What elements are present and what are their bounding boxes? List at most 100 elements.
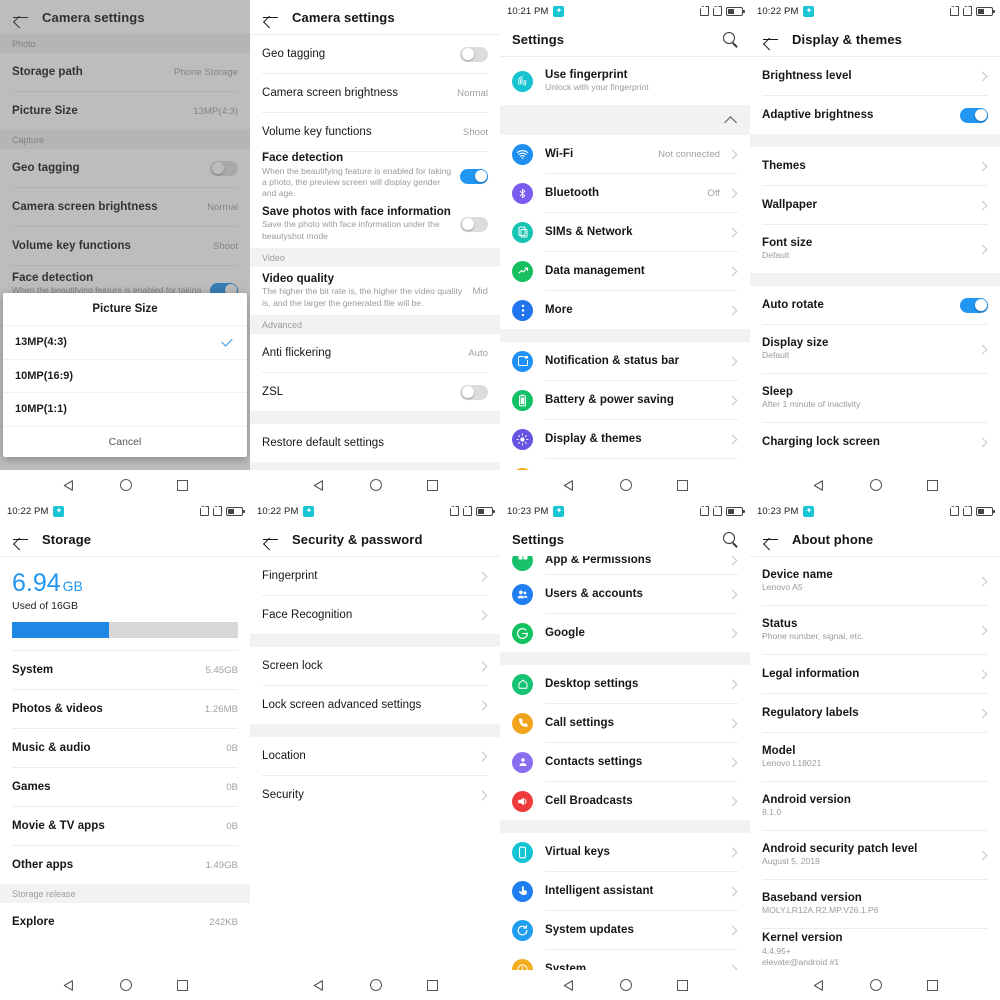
row-users-accounts[interactable]: Users & accounts — [500, 575, 750, 613]
nav-home-circle-icon[interactable] — [619, 479, 632, 491]
row-intelligent-assistant[interactable]: Intelligent assistant — [500, 872, 750, 910]
nav-recents-square-icon[interactable] — [176, 479, 188, 491]
row-cell-broadcasts[interactable]: Cell Broadcasts — [500, 782, 750, 820]
nav-home-circle-icon[interactable] — [869, 479, 882, 491]
nav-recents-square-icon[interactable] — [676, 479, 688, 491]
nav-home-circle-icon[interactable] — [119, 979, 132, 991]
row-location[interactable]: Location — [250, 737, 500, 775]
nav-recents-square-icon[interactable] — [926, 479, 938, 491]
row-video-quality[interactable]: Video quality The higher the bit rate is… — [250, 267, 500, 315]
row-notification-status-bar[interactable]: Notification & status bar — [500, 342, 750, 380]
row-bluetooth[interactable]: Bluetooth Off — [500, 174, 750, 212]
row-contacts-settings[interactable]: Contacts settings — [500, 743, 750, 781]
row-adaptive-brightness[interactable]: Adaptive brightness — [750, 96, 1000, 134]
chevron-up-icon[interactable] — [724, 115, 738, 125]
nav-back-triangle-icon[interactable] — [813, 479, 825, 492]
row-zsl[interactable]: ZSL — [250, 373, 500, 411]
row-wifi[interactable]: Wi-Fi Not connected — [500, 135, 750, 173]
row-regulatory-labels[interactable]: Regulatory labels — [750, 694, 1000, 732]
row-explore[interactable]: Explore 242KB — [0, 903, 250, 941]
row-virtual-keys[interactable]: Virtual keys — [500, 833, 750, 871]
row-system-updates[interactable]: System updates — [500, 911, 750, 949]
nav-home-circle-icon[interactable] — [119, 479, 132, 491]
cancel-button[interactable]: Cancel — [3, 425, 247, 457]
row-storage-path[interactable]: Storage path Phone Storage — [0, 53, 250, 91]
row-brightness-level[interactable]: Brightness level — [750, 57, 1000, 95]
row-lock-screen-advanced-settings[interactable]: Lock screen advanced settings — [250, 686, 500, 724]
row-android-security-patch-level[interactable]: Android security patch level August 5, 2… — [750, 831, 1000, 879]
row-camera-screen-brightness[interactable]: Camera screen brightness Normal — [0, 188, 250, 226]
row-music-audio[interactable]: Music & audio 0B — [0, 729, 250, 767]
row-wallpaper[interactable]: Wallpaper — [750, 186, 1000, 224]
row-save-photos-face-info[interactable]: Save photos with face information Save t… — [250, 200, 500, 248]
row-picture-size[interactable]: Picture Size 13MP(4:3) — [0, 92, 250, 130]
row-photos-videos[interactable]: Photos & videos 1.26MB — [0, 690, 250, 728]
nav-back-triangle-icon[interactable] — [63, 979, 75, 992]
row-screen-lock[interactable]: Screen lock — [250, 647, 500, 685]
row-games[interactable]: Games 0B — [0, 768, 250, 806]
nav-back-triangle-icon[interactable] — [313, 479, 325, 492]
dialog-option-13mp-4-3[interactable]: 13MP(4:3) — [3, 325, 247, 359]
toggle-zsl[interactable] — [460, 384, 488, 400]
back-arrow-icon[interactable] — [762, 31, 779, 48]
nav-home-circle-icon[interactable] — [869, 979, 882, 991]
row-geo-tagging[interactable]: Geo tagging — [250, 35, 500, 73]
toggle-geo-tagging[interactable] — [460, 46, 488, 62]
row-google[interactable]: Google — [500, 614, 750, 652]
dialog-option-10mp-1-1[interactable]: 10MP(1:1) — [3, 392, 247, 426]
back-arrow-icon[interactable] — [762, 531, 779, 548]
nav-home-circle-icon[interactable] — [369, 479, 382, 491]
row-auto-rotate[interactable]: Auto rotate — [750, 286, 1000, 324]
nav-back-triangle-icon[interactable] — [313, 979, 325, 992]
row-display-themes[interactable]: Display & themes — [500, 420, 750, 458]
dialog-option-10mp-16-9[interactable]: 10MP(16:9) — [3, 358, 247, 393]
toggle-auto-rotate[interactable] — [960, 297, 988, 313]
row-fingerprint[interactable]: Fingerprint — [250, 557, 500, 595]
nav-recents-square-icon[interactable] — [426, 979, 438, 991]
toggle-adaptive-brightness[interactable] — [960, 107, 988, 123]
row-security[interactable]: Security — [250, 776, 500, 814]
row-status[interactable]: Status Phone number, signal, etc. — [750, 606, 1000, 654]
nav-home-circle-icon[interactable] — [369, 979, 382, 991]
row-desktop-settings[interactable]: Desktop settings — [500, 665, 750, 703]
search-icon[interactable] — [722, 531, 738, 547]
nav-recents-square-icon[interactable] — [926, 979, 938, 991]
row-font-size[interactable]: Font size Default — [750, 225, 1000, 273]
row-other-apps[interactable]: Other apps 1.49GB — [0, 846, 250, 884]
row-data-management[interactable]: Data management — [500, 252, 750, 290]
row-sleep[interactable]: Sleep After 1 minute of inactivity — [750, 374, 1000, 422]
row-use-fingerprint[interactable]: Use fingerprint Unlock with your fingerp… — [500, 57, 750, 105]
row-anti-flickering[interactable]: Anti flickering Auto — [250, 334, 500, 372]
collapse-section[interactable] — [500, 105, 750, 135]
row-display-size[interactable]: Display size Default — [750, 325, 1000, 373]
row-themes[interactable]: Themes — [750, 147, 1000, 185]
nav-recents-square-icon[interactable] — [176, 979, 188, 991]
back-arrow-icon[interactable] — [12, 531, 29, 548]
row-movie-tv-apps[interactable]: Movie & TV apps 0B — [0, 807, 250, 845]
toggle-save-photos-face-info[interactable] — [460, 216, 488, 232]
row-device-name[interactable]: Device name Lenovo A5 — [750, 557, 1000, 605]
row-geo-tagging[interactable]: Geo tagging — [0, 149, 250, 187]
row-system[interactable]: System 5.45GB — [0, 651, 250, 689]
row-battery-power-saving[interactable]: Battery & power saving — [500, 381, 750, 419]
row-volume-key-functions[interactable]: Volume key functions Shoot — [0, 227, 250, 265]
toggle-face-detection[interactable] — [460, 168, 488, 184]
nav-back-triangle-icon[interactable] — [813, 979, 825, 992]
search-icon[interactable] — [722, 31, 738, 47]
back-arrow-icon[interactable] — [12, 9, 29, 26]
row-camera-screen-brightness[interactable]: Camera screen brightness Normal — [250, 74, 500, 112]
row-app-permissions[interactable]: App & Permissions — [500, 556, 750, 574]
row-more[interactable]: More — [500, 291, 750, 329]
row-legal-information[interactable]: Legal information — [750, 655, 1000, 693]
back-arrow-icon[interactable] — [262, 9, 279, 26]
toggle-geo-tagging[interactable] — [210, 160, 238, 176]
nav-back-triangle-icon[interactable] — [563, 479, 575, 492]
nav-recents-square-icon[interactable] — [676, 979, 688, 991]
nav-back-triangle-icon[interactable] — [563, 979, 575, 992]
nav-home-circle-icon[interactable] — [619, 979, 632, 991]
row-charging-lock-screen[interactable]: Charging lock screen — [750, 423, 1000, 461]
back-arrow-icon[interactable] — [262, 531, 279, 548]
row-volume-key-functions[interactable]: Volume key functions Shoot — [250, 113, 500, 151]
row-call-settings[interactable]: Call settings — [500, 704, 750, 742]
row-restore-default-settings[interactable]: Restore default settings — [250, 424, 500, 462]
